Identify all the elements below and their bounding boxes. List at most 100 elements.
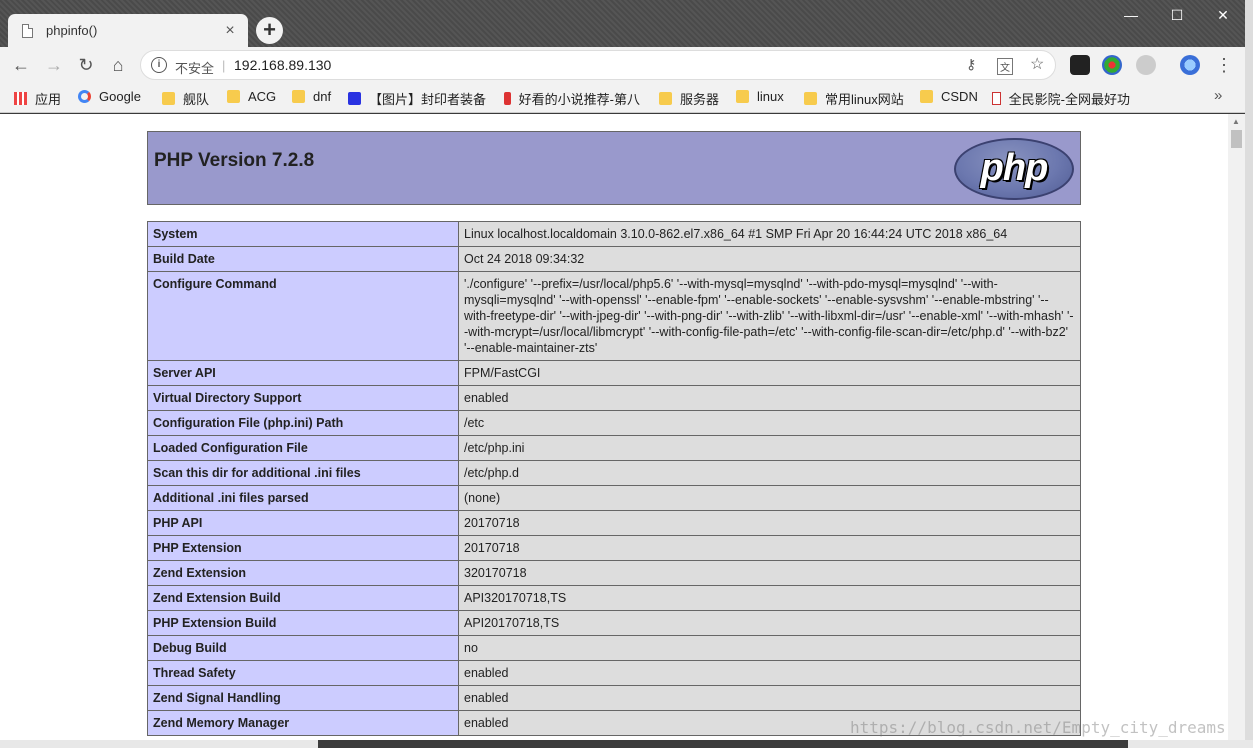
bookmark-folder[interactable]: 服务器 [659, 89, 719, 108]
bookmark-folder[interactable]: linux [736, 89, 784, 104]
table-row: Virtual Directory Support enabled [147, 385, 1081, 411]
url-text[interactable]: 192.168.89.130 [234, 57, 331, 73]
profile-avatar[interactable] [1180, 55, 1200, 75]
scroll-up-icon[interactable]: ▲ [1232, 117, 1240, 126]
row-key: Debug Build [147, 635, 459, 661]
bookmark-label: 全民影院-全网最好功 [1008, 92, 1130, 107]
row-value: FPM/FastCGI [458, 360, 1081, 386]
row-value: Linux localhost.localdomain 3.10.0-862.e… [458, 221, 1081, 247]
bookmarks-bar: 应用 Google 舰队 ACG dnf 【图片】封印者装备 好看的小说推荐-第… [0, 83, 1253, 113]
bookmark-folder[interactable]: ACG [227, 89, 276, 104]
window-edge [1245, 0, 1253, 748]
row-key: Thread Safety [147, 660, 459, 686]
tab-phpinfo[interactable]: phpinfo() × [8, 14, 248, 47]
info-icon[interactable]: i [151, 57, 167, 73]
row-key: Scan this dir for additional .ini files [147, 460, 459, 486]
close-window-button[interactable]: ✕ [1200, 0, 1246, 30]
row-value: './configure' '--prefix=/usr/local/php5.… [458, 271, 1081, 361]
horizontal-scrollbar[interactable] [0, 740, 1253, 748]
bookmark-label: 【图片】封印者装备 [369, 92, 487, 107]
table-row: Zend Extension 320170718 [147, 560, 1081, 586]
bookmark-label: CSDN [941, 89, 978, 104]
bookmark-google[interactable]: Google [78, 89, 141, 104]
bookmark-label: 好看的小说推荐-第八 [518, 92, 640, 107]
row-value: API320170718,TS [458, 585, 1081, 611]
row-value: enabled [458, 660, 1081, 686]
vertical-scrollbar[interactable]: ▲ [1228, 114, 1245, 740]
row-key: Zend Memory Manager [147, 710, 459, 736]
row-value: API20170718,TS [458, 610, 1081, 636]
folder-icon [804, 92, 817, 105]
row-value: enabled [458, 685, 1081, 711]
table-row: PHP Extension 20170718 [147, 535, 1081, 561]
row-key: System [147, 221, 459, 247]
table-row: Debug Build no [147, 635, 1081, 661]
row-key: PHP API [147, 510, 459, 536]
forward-button[interactable]: → [42, 53, 66, 77]
folder-icon [162, 92, 175, 105]
bookmark-link[interactable]: 【图片】封印者装备 [348, 89, 488, 108]
extension-icon-3[interactable] [1136, 55, 1156, 75]
key-icon[interactable]: ⚷ [966, 56, 976, 73]
table-row: Thread Safety enabled [147, 660, 1081, 686]
table-row: Zend Extension Build API320170718,TS [147, 585, 1081, 611]
folder-icon [292, 90, 305, 103]
row-value: 320170718 [458, 560, 1081, 586]
row-key: Zend Extension Build [147, 585, 459, 611]
row-value: 20170718 [458, 510, 1081, 536]
page-title: PHP Version 7.2.8 [154, 150, 315, 171]
row-key: PHP Extension [147, 535, 459, 561]
scrollbar-thumb[interactable] [1231, 130, 1242, 148]
back-button[interactable]: ← [9, 53, 33, 77]
minimize-button[interactable]: — [1108, 0, 1154, 30]
bookmark-link[interactable]: 全民影院-全网最好功 [992, 89, 1130, 108]
table-row: Zend Signal Handling enabled [147, 685, 1081, 711]
row-value: /etc [458, 410, 1081, 436]
translate-icon[interactable]: 文 [997, 58, 1013, 75]
taskbar-strip [318, 740, 1128, 748]
table-row: System Linux localhost.localdomain 3.10.0… [147, 221, 1081, 247]
bookmark-label: ACG [248, 89, 277, 104]
folder-icon [659, 92, 672, 105]
table-row: Build Date Oct 24 2018 09:34:32 [147, 246, 1081, 272]
row-key: Zend Extension [147, 560, 459, 586]
bookmark-apps[interactable]: 应用 [14, 89, 61, 108]
site-icon [504, 92, 511, 105]
security-label[interactable]: 不安全 [175, 58, 214, 77]
tab-close-icon[interactable]: × [222, 22, 238, 40]
table-row: Server API FPM/FastCGI [147, 360, 1081, 386]
bookmarks-overflow-button[interactable]: » [1214, 87, 1222, 104]
row-value: no [458, 635, 1081, 661]
bookmark-folder[interactable]: dnf [292, 89, 331, 104]
google-icon [78, 90, 91, 103]
site-icon [992, 92, 1001, 105]
bookmark-link[interactable]: 好看的小说推荐-第八 [504, 89, 640, 108]
row-key: Loaded Configuration File [147, 435, 459, 461]
table-row: Loaded Configuration File/etc/php.ini [147, 435, 1081, 461]
php-header: PHP Version 7.2.8 php [147, 131, 1081, 205]
apps-grid-icon [14, 92, 27, 105]
new-tab-button[interactable]: + [256, 17, 283, 44]
row-key: Configure Command [147, 271, 459, 361]
bookmark-star-icon[interactable]: ☆ [1030, 54, 1044, 74]
extension-icon-2[interactable] [1102, 55, 1122, 75]
address-bar[interactable]: i 不安全 | 192.168.89.130 ⚷ 文 ☆ [140, 50, 1056, 80]
menu-button[interactable]: ⋮ [1212, 53, 1236, 77]
bookmark-label: Google [99, 89, 141, 104]
folder-icon [920, 90, 933, 103]
extension-icon-1[interactable] [1070, 55, 1090, 75]
row-key: PHP Extension Build [147, 610, 459, 636]
info-table: System Linux localhost.localdomain 3.10.0… [147, 221, 1081, 736]
home-button[interactable]: ⌂ [106, 53, 130, 77]
bookmark-folder[interactable]: CSDN [920, 89, 978, 104]
maximize-button[interactable]: ☐ [1154, 0, 1200, 30]
bookmark-folder[interactable]: 舰队 [162, 89, 209, 108]
bookmark-folder[interactable]: 常用linux网站 [804, 89, 904, 108]
bookmark-label: dnf [313, 89, 332, 104]
reload-button[interactable]: ↻ [74, 53, 98, 77]
row-value: /etc/php.ini [458, 435, 1081, 461]
paw-icon [348, 92, 361, 105]
table-row: Configure Command './configure' '--prefix… [147, 271, 1081, 361]
row-value: 20170718 [458, 535, 1081, 561]
folder-icon [227, 90, 240, 103]
